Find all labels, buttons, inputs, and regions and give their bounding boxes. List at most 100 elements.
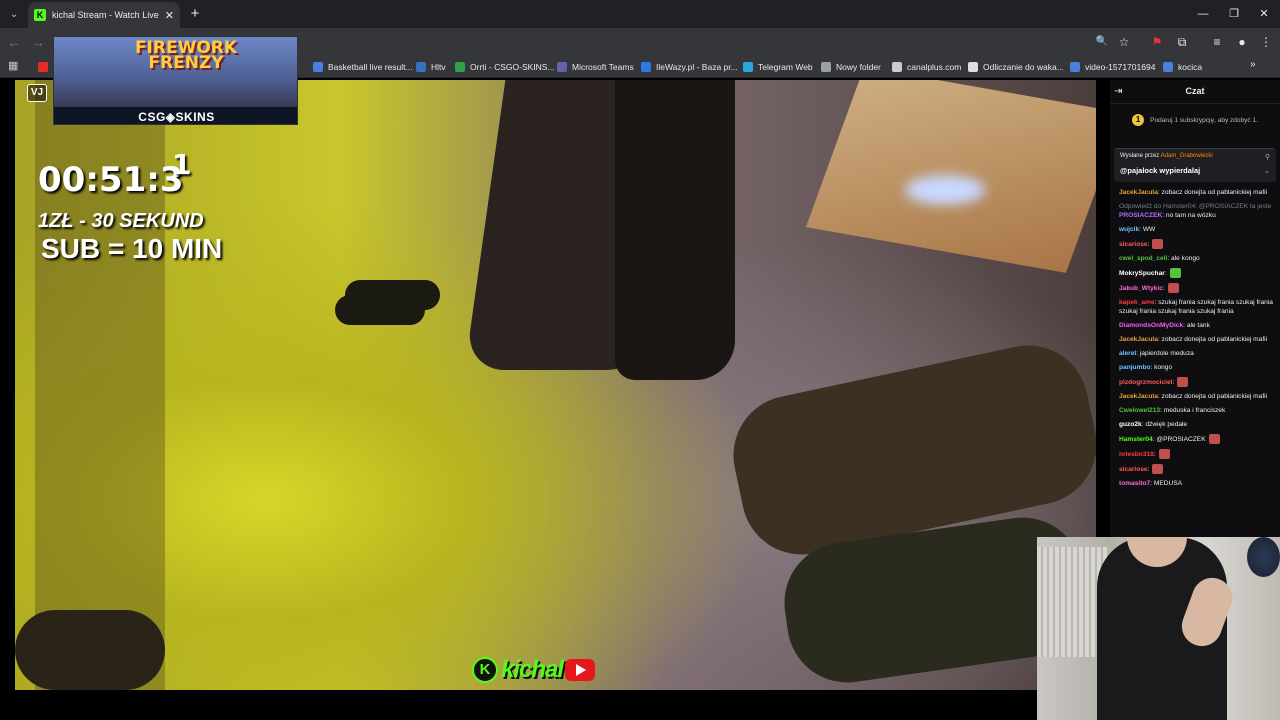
video-shape [905, 175, 985, 205]
tab-kichal-stream[interactable]: K kichal Stream - Watch Live on Ki ✕ [28, 2, 180, 28]
bookmark-label: Basketball live result... [328, 62, 413, 72]
chat-text: : dźwięk pedałe [1141, 421, 1188, 428]
chat-panel: ⇥ Czat 1 Podaruj 1 subskrypcję, aby zdob… [1110, 80, 1280, 540]
bookmark-folder[interactable]: Nowy folder [821, 59, 881, 75]
emote-icon [1152, 464, 1164, 474]
new-tab-button[interactable]: + [186, 5, 204, 23]
pin-icon[interactable]: ⚲ [1265, 153, 1270, 161]
chat-username[interactable]: tomasito7 [1119, 480, 1150, 487]
more-bookmarks-icon[interactable]: » [1250, 59, 1256, 70]
chat-username[interactable]: Cwelowel213 [1119, 407, 1160, 414]
chat-username[interactable]: alerel [1119, 350, 1136, 357]
media-control-icon[interactable]: ≡ [1208, 33, 1226, 51]
back-button[interactable]: ← [5, 33, 23, 51]
gift-sub-bar[interactable]: 1 Podaruj 1 subskrypcję, aby zdobyć 1. [1110, 110, 1280, 130]
profile-icon[interactable]: ● [1233, 33, 1251, 51]
chat-username[interactable]: kapek_ame [1119, 299, 1155, 306]
extension-red-icon[interactable]: ⚑ [1148, 33, 1166, 51]
chat-username[interactable]: wujcik [1119, 226, 1139, 233]
chat-text: : [1172, 378, 1175, 386]
chat-username[interactable]: Hamster04 [1119, 436, 1153, 443]
chat-username[interactable]: sicariose [1119, 241, 1148, 248]
emote-icon [1167, 283, 1179, 293]
close-window-button[interactable]: ✕ [1255, 5, 1273, 23]
youtube-icon [38, 62, 48, 72]
bookmark-label: kocica [1178, 62, 1203, 72]
chat-username[interactable]: sicariose [1119, 466, 1148, 473]
banner-brand: CSG◈SKINS [138, 109, 215, 124]
bookmark-label: video-1571701694 [1085, 62, 1156, 72]
chat-username[interactable]: nrlesbn318 [1119, 451, 1154, 458]
promo-line-1: 1ZŁ - 30 SEKUND [38, 210, 204, 232]
bookmark-item[interactable]: IleWazy.pl - Baza pr... [641, 59, 738, 75]
bookmark-favicon-icon [455, 62, 465, 72]
bookmark-item[interactable]: kocica [1163, 59, 1202, 75]
chat-text: : kongo [1150, 364, 1173, 371]
video-shape [615, 80, 735, 380]
chat-message: JacekJacula: zobacz donejta od pablanick… [1119, 392, 1277, 401]
bookmark-favicon-icon [1070, 62, 1080, 72]
kick-favicon-icon: K [34, 9, 46, 21]
bookmark-favicon-icon [892, 62, 902, 72]
chat-message: kapek_ame: szukaj frania szukaj frania s… [1119, 298, 1277, 316]
chat-text: : WW [1139, 226, 1156, 233]
bookmark-youtube[interactable] [38, 59, 53, 75]
bookmark-label: Odliczanie do waka... [983, 62, 1064, 72]
bookmark-item[interactable]: Orrti - CSGO-SKINS... [455, 59, 555, 75]
gift-icon: 1 [1132, 114, 1145, 126]
bookmark-item[interactable]: video-1571701694 [1070, 59, 1155, 75]
chat-username[interactable]: Jakub_Wtykic [1119, 285, 1163, 292]
banner-title: FIREWORK FRENZY [134, 38, 238, 73]
chat-username[interactable]: JacekJacula [1119, 336, 1158, 343]
sponsor-banner[interactable]: FIREWORK FRENZY CSG◈SKINS [53, 36, 298, 125]
chat-username[interactable]: DiamondsOnMyDick [1119, 322, 1183, 329]
bookmark-label: Microsoft Teams [572, 62, 634, 72]
browser-menu-icon[interactable]: ⋮ [1257, 33, 1275, 51]
chat-username[interactable]: JacekJacula [1119, 189, 1158, 196]
forward-button[interactable]: → [29, 33, 47, 51]
bookmark-favicon-icon [743, 62, 753, 72]
chat-message: cwel_spod_celi: ale kongo [1119, 254, 1277, 263]
chat-username[interactable]: guzo2k [1119, 421, 1142, 428]
chat-text: : [1153, 450, 1156, 458]
chat-username[interactable]: PROSIACZEK [1119, 212, 1162, 219]
chat-username[interactable]: pizdogrzmociciel [1119, 379, 1173, 386]
minimize-button[interactable]: — [1194, 5, 1212, 23]
chat-username[interactable]: panjumbo [1119, 364, 1151, 371]
bookmark-item[interactable]: Microsoft Teams [557, 59, 634, 75]
tab-close-icon[interactable]: ✕ [165, 9, 174, 22]
chat-message: PROSIACZEK: no tam na wózku [1119, 211, 1277, 220]
pinned-message[interactable]: Wysłane przez Adam_Grabowiecki @pajalock… [1114, 148, 1276, 182]
chat-message: sicariose: [1119, 464, 1277, 474]
chat-message: Hamster04: @PROSIACZEK [1119, 434, 1277, 444]
chat-text: : zobacz donejta od pablanickiej mafii [1157, 189, 1268, 196]
bookmark-item[interactable]: Telegram Web [743, 59, 813, 75]
webcam-decoration [1247, 537, 1280, 577]
banner-brand-bar: CSG◈SKINS [54, 107, 297, 124]
bookmark-item[interactable]: Hltv [416, 59, 446, 75]
bookmark-item[interactable]: Basketball live result... [313, 59, 413, 75]
chevron-down-icon[interactable]: ⌄ [1264, 167, 1270, 175]
chat-text: : ale tank [1183, 322, 1210, 329]
folder-icon [821, 62, 831, 72]
restore-button[interactable]: ❐ [1225, 5, 1243, 23]
chat-message: MokrySpuchar: [1119, 268, 1277, 278]
chat-username[interactable]: JacekJacula [1119, 393, 1158, 400]
chat-message: DiamondsOnMyDick: ale tank [1119, 321, 1277, 330]
chat-username[interactable]: cwel_spod_celi [1119, 255, 1167, 262]
chat-message: JacekJacula: zobacz donejta od pablanick… [1119, 335, 1277, 344]
extensions-icon[interactable]: ⧉ [1173, 33, 1191, 51]
bookmark-item[interactable]: canalplus.com [892, 59, 961, 75]
zoom-icon[interactable]: 🔍 [1093, 33, 1111, 51]
bookmark-item[interactable]: Odliczanie do waka... [968, 59, 1064, 75]
bookmark-favicon-icon [1163, 62, 1173, 72]
bookmark-star-icon[interactable]: ☆ [1115, 33, 1133, 51]
emote-icon [1152, 239, 1164, 249]
chat-message: wujcik: WW [1119, 225, 1277, 234]
emote-icon [1169, 268, 1181, 278]
kichal-logo-text: kichal [501, 656, 564, 683]
kichal-logo: K kichal [472, 656, 596, 684]
apps-grid-icon[interactable]: ▦ [8, 60, 20, 72]
tab-search-button[interactable]: ⌄ [4, 4, 24, 24]
chat-username[interactable]: MokrySpuchar [1119, 270, 1165, 277]
